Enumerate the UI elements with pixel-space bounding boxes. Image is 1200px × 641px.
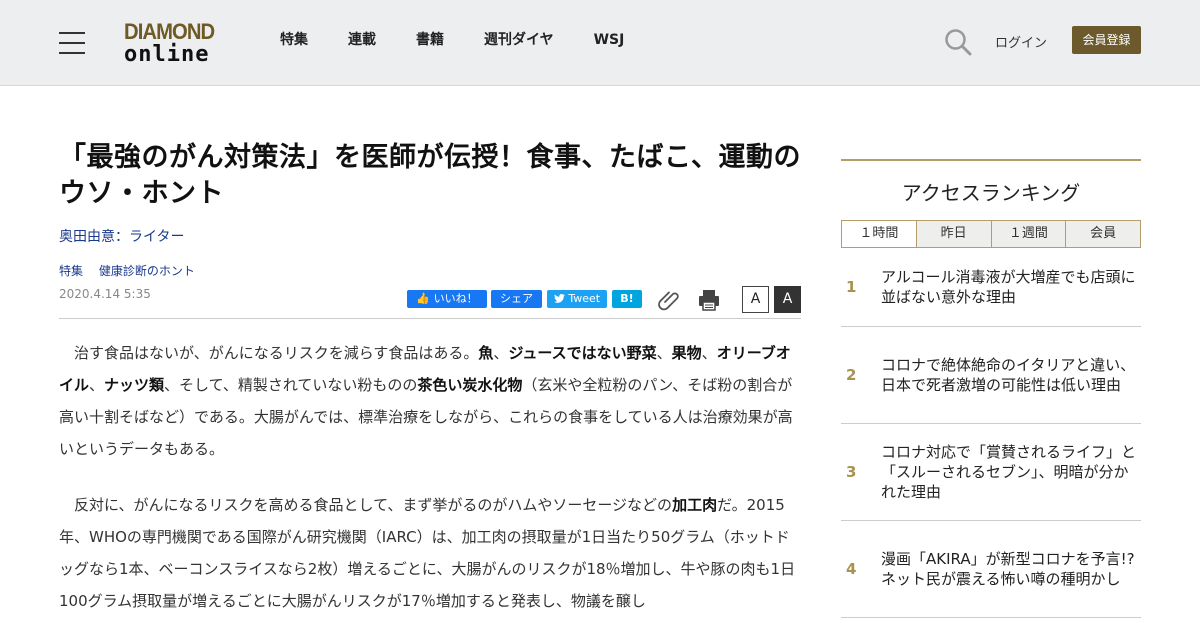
body-text: 、そして、精製されていない粉ものの [164, 376, 418, 394]
body-text: 治す食品はないが、がんになるリスクを減らす食品はある。 [74, 344, 479, 362]
facebook-share-button[interactable]: シェア [491, 290, 542, 308]
body-text: 、 [656, 344, 672, 362]
site-header: DIAMOND online 特集 連載 書籍 週刊ダイヤ WSJ ログイン 会… [0, 0, 1200, 86]
ranking-item[interactable]: 4 漫画「AKIRA」が新型コロナを予言!?ネット民が震える怖い噂の種明かし [841, 521, 1141, 618]
logo-bottom-text: online [124, 42, 210, 67]
hatena-bookmark-button[interactable]: B! [612, 290, 642, 308]
author-link[interactable]: 奥田由意：ライター [59, 226, 801, 246]
article-title: 「最強のがん対策法」を医師が伝授！食事、たばこ、運動のウソ・ホント [59, 142, 801, 209]
emphasized-text: 加工肉 [672, 496, 718, 514]
ranking-headline: アルコール消毒液が大増産でも店頭に並ばない意外な理由 [881, 268, 1136, 306]
body-text: 、 [89, 376, 105, 394]
nav-item-shoseki[interactable]: 書籍 [416, 31, 444, 49]
like-label: いいね！ [433, 292, 478, 305]
emphasized-text: 魚 [478, 344, 494, 362]
tag-link[interactable]: 特集 [59, 264, 83, 278]
emphasized-text: ナッツ類 [104, 376, 165, 394]
thumbs-up-icon: 👍 [416, 292, 431, 305]
search-icon[interactable] [944, 28, 972, 56]
rank-number: 4 [846, 560, 857, 578]
article-body: 治す食品はないが、がんになるリスクを減らす食品はある。魚、ジュースではない野菜、… [59, 337, 801, 617]
ranking-headline: コロナ対応で「賞賛されるライフ」と「スルーされるセブン」、明暗が分かれた理由 [881, 443, 1137, 501]
tweet-button[interactable]: Tweet [547, 290, 607, 308]
ranking-tabs: １時間 昨日 １週間 会員 [841, 220, 1141, 248]
ranking-item[interactable]: 3 コロナ対応で「賞賛されるライフ」と「スルーされるセブン」、明暗が分かれた理由 [841, 424, 1141, 521]
register-button[interactable]: 会員登録 [1072, 26, 1141, 54]
emphasized-text: ジュースではない野菜 [508, 344, 657, 362]
article-paragraph: 反対に、がんになるリスクを高める食品として、まず挙がるのがハムやソーセージなどの… [59, 489, 801, 617]
article-tags: 特集 健康診断のホント [59, 262, 801, 279]
tab-1-week[interactable]: １週間 [990, 220, 1067, 247]
login-link[interactable]: ログイン [995, 32, 1047, 51]
menu-icon[interactable] [59, 32, 85, 54]
print-icon[interactable] [697, 288, 721, 312]
body-text: 、 [493, 344, 509, 362]
article: 「最強のがん対策法」を医師が伝授！食事、たばこ、運動のウソ・ホント 奥田由意：ラ… [59, 140, 801, 641]
rank-number: 2 [846, 366, 857, 384]
ranking-list: 1 アルコール消毒液が大増産でも店頭に並ばない意外な理由 2 コロナで絶体絶命の… [841, 248, 1141, 618]
ranking-headline: コロナで絶体絶命のイタリアと違い、日本で死者激増の可能性は低い理由 [881, 356, 1136, 394]
rank-number: 1 [846, 278, 857, 296]
nav-item-wsj[interactable]: WSJ [594, 31, 625, 49]
logo-top-text: DIAMOND [124, 19, 215, 44]
main-nav: 特集 連載 書籍 週刊ダイヤ WSJ [280, 31, 664, 49]
clip-icon[interactable] [657, 289, 681, 311]
rank-number: 3 [846, 463, 857, 481]
nav-item-rensai[interactable]: 連載 [348, 31, 376, 49]
font-size-small-button[interactable]: A [742, 286, 769, 313]
tab-yesterday[interactable]: 昨日 [915, 220, 992, 247]
ranking-title: アクセスランキング [901, 181, 1081, 205]
publish-date: 2020.4.14 5:35 [59, 287, 151, 301]
ranking-item[interactable]: 1 アルコール消毒液が大増産でも店頭に並ばない意外な理由 [841, 248, 1141, 327]
tweet-label: Tweet [568, 292, 601, 305]
tab-members[interactable]: 会員 [1065, 220, 1141, 247]
tab-1-hour[interactable]: １時間 [841, 220, 917, 247]
access-ranking: アクセスランキング １時間 昨日 １週間 会員 1 アルコール消毒液が大増産でも… [841, 159, 1141, 618]
facebook-like-button[interactable]: 👍 いいね！ [407, 290, 487, 308]
body-text: 、 [701, 344, 717, 362]
tag-link[interactable]: 健康診断のホント [99, 264, 195, 278]
nav-item-tokushu[interactable]: 特集 [280, 31, 308, 49]
emphasized-text: 茶色い炭水化物 [417, 376, 523, 394]
emphasized-text: 果物 [671, 344, 702, 362]
twitter-bird-icon [553, 294, 565, 303]
site-logo[interactable]: DIAMOND online [124, 20, 228, 66]
nav-item-weekly[interactable]: 週刊ダイヤ [484, 31, 554, 49]
font-size-large-button[interactable]: A [774, 286, 801, 313]
ranking-headline: 漫画「AKIRA」が新型コロナを予言!?ネット民が震える怖い噂の種明かし [881, 550, 1135, 588]
ranking-item[interactable]: 2 コロナで絶体絶命のイタリアと違い、日本で死者激増の可能性は低い理由 [841, 327, 1141, 424]
article-meta: 2020.4.14 5:35 👍 いいね！ シェア Tweet B! A A [59, 285, 801, 319]
article-paragraph: 治す食品はないが、がんになるリスクを減らす食品はある。魚、ジュースではない野菜、… [59, 337, 801, 465]
body-text: 反対に、がんになるリスクを高める食品として、まず挙がるのがハムやソーセージなどの [74, 496, 673, 514]
